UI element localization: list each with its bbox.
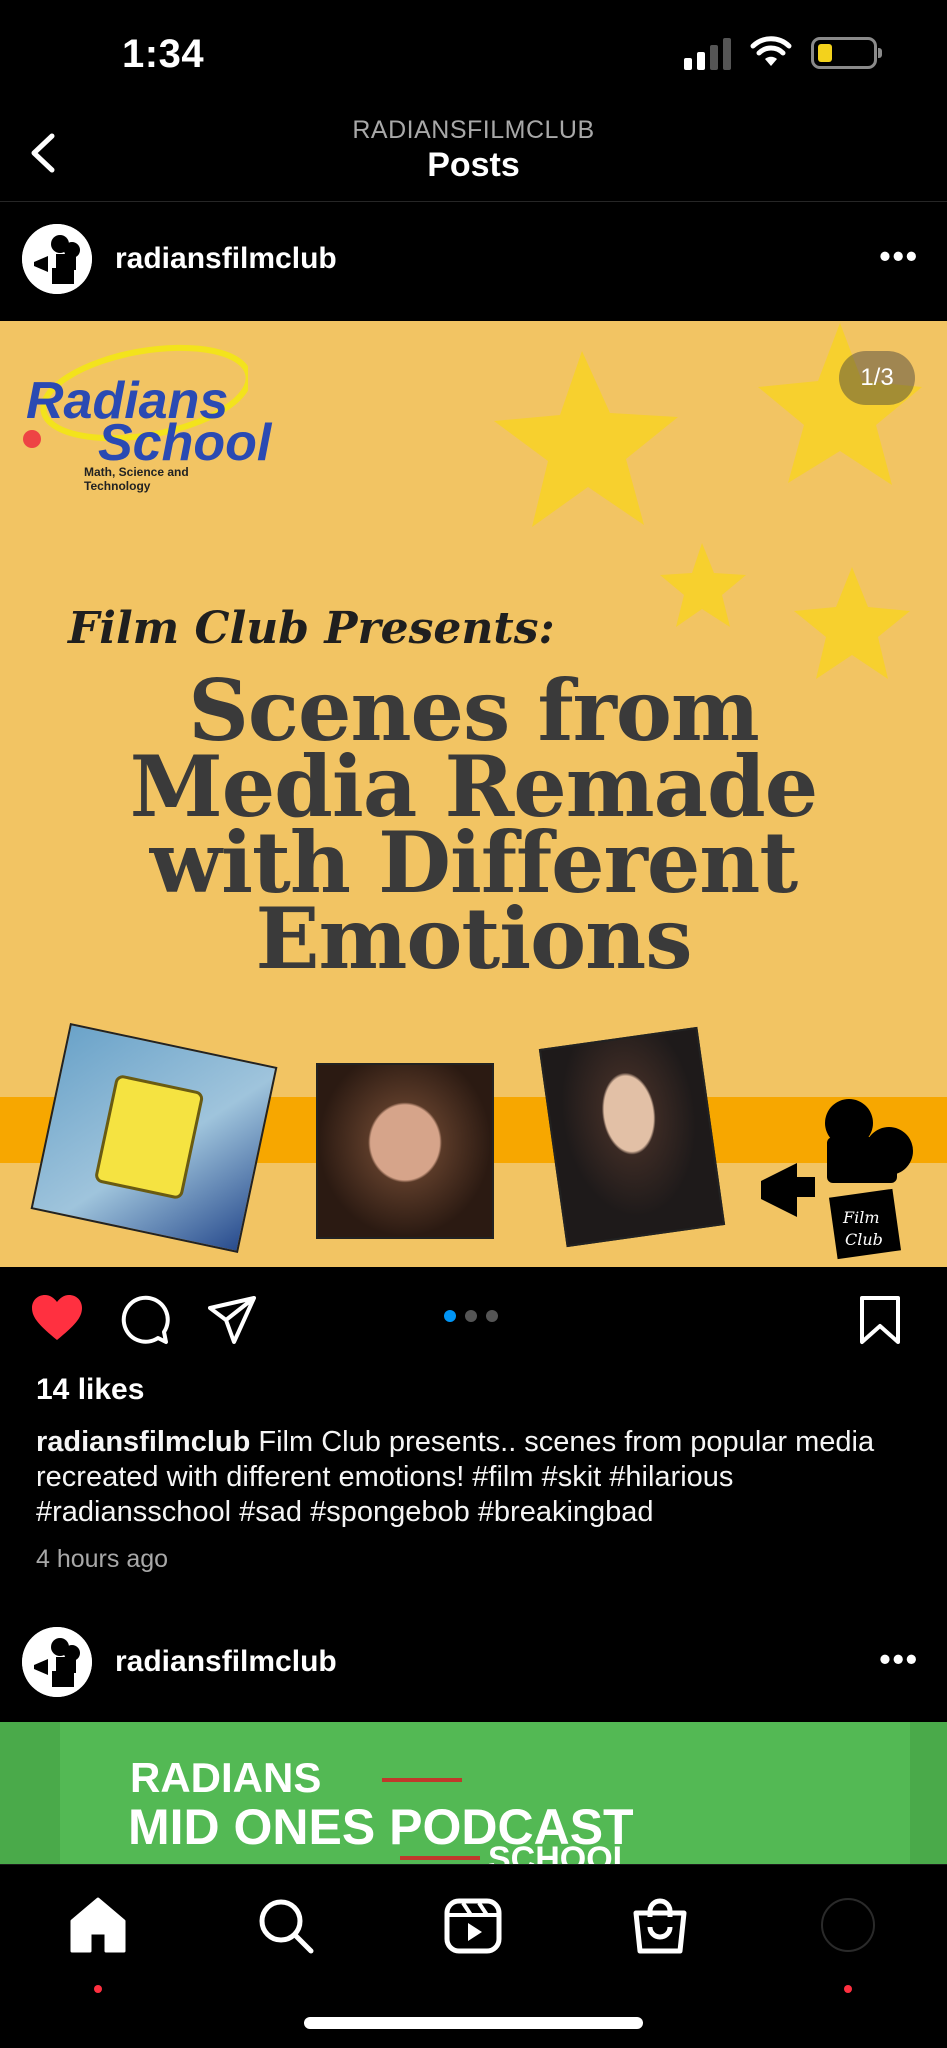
bookmark-icon[interactable] — [858, 1294, 902, 1346]
post-username[interactable]: radiansfilmclub — [115, 1645, 337, 1679]
post-actions — [0, 1268, 947, 1368]
status-bar: 1:34 — [0, 0, 947, 110]
tab-home[interactable] — [66, 1893, 130, 1993]
wifi-icon — [750, 36, 792, 66]
post-timestamp: 4 hours ago — [36, 1545, 169, 1573]
poster-title-line: Emotions — [255, 889, 692, 988]
heart-filled-icon[interactable] — [30, 1294, 84, 1344]
carousel-counter: 1/3 — [839, 351, 915, 405]
film-club-logo-icon — [22, 224, 92, 294]
reels-icon — [444, 1898, 502, 1954]
brand-name-line2: School — [98, 414, 272, 472]
film-club-logo-icon — [22, 1627, 92, 1697]
home-indicator[interactable] — [304, 2017, 643, 2029]
post-header: radiansfilmclub ••• — [0, 1605, 947, 1721]
account-name: RADIANSFILMCLUB — [352, 116, 595, 144]
avatar[interactable] — [22, 224, 92, 294]
poster-presents: Film Club Presents: — [68, 603, 555, 654]
caption-username[interactable]: radiansfilmclub — [36, 1426, 250, 1458]
search-icon — [259, 1899, 314, 1954]
post-username[interactable]: radiansfilmclub — [115, 242, 337, 276]
send-icon[interactable] — [206, 1294, 258, 1346]
post-header: radiansfilmclub ••• — [0, 202, 947, 318]
tab-shop[interactable] — [628, 1893, 692, 1957]
poster-title: Scenes from Media Remade with Different … — [0, 669, 947, 988]
home-icon — [70, 1897, 126, 1953]
cellular-signal-icon — [684, 36, 731, 70]
battery-icon — [811, 37, 882, 69]
portrait-photo — [538, 1026, 726, 1248]
portrait-photo — [316, 1063, 494, 1239]
preview-text-line: RADIANS — [130, 1754, 322, 1801]
club-logo-text: Club — [845, 1230, 883, 1249]
profile-avatar-icon — [821, 1898, 875, 1952]
tab-reels[interactable] — [441, 1893, 505, 1957]
comment-icon[interactable] — [118, 1294, 170, 1346]
notification-dot — [94, 1985, 102, 1993]
radians-school-logo: Radians School Math, Science and Technol… — [18, 341, 271, 493]
film-club-logo-icon: Film Club — [761, 1099, 913, 1260]
tab-profile[interactable] — [816, 1893, 880, 1993]
shop-icon — [633, 1898, 687, 1954]
more-horizontal-icon[interactable]: ••• — [879, 1641, 919, 1678]
carousel-indicator — [444, 1310, 498, 1322]
club-logo-text: Film — [842, 1208, 880, 1227]
page-title: Posts — [427, 146, 520, 184]
tab-search[interactable] — [253, 1893, 317, 1957]
avatar[interactable] — [22, 1627, 92, 1697]
status-time: 1:34 — [122, 32, 205, 76]
post-image[interactable]: Radians School Math, Science and Technol… — [0, 321, 947, 1267]
preview-text-line: SCHOOL — [488, 1840, 634, 1864]
status-icons — [684, 36, 882, 70]
notification-dot — [844, 1985, 852, 1993]
like-count[interactable]: 14 likes — [36, 1373, 144, 1407]
post-caption: radiansfilmclub Film Club presents.. sce… — [36, 1425, 916, 1530]
more-horizontal-icon[interactable]: ••• — [879, 238, 919, 275]
next-post-image[interactable]: RADIANS MID ONES PODCAST SCHOOL — [0, 1722, 947, 1864]
nav-header: RADIANSFILMCLUB Posts — [0, 110, 947, 202]
brand-tagline: Math, Science and Technology — [84, 465, 189, 493]
